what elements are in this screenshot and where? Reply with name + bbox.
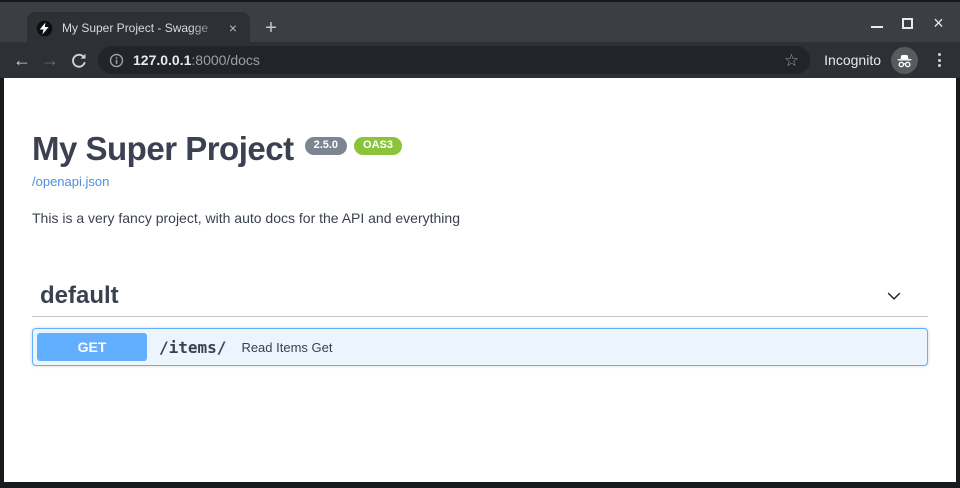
maximize-button[interactable] <box>892 8 923 38</box>
tab-close-icon[interactable]: × <box>224 19 242 37</box>
incognito-icon <box>891 47 918 74</box>
api-description: This is a very fancy project, with auto … <box>32 210 928 226</box>
browser-window: My Super Project - Swagge × + × ← → 127.… <box>0 0 960 488</box>
back-arrow-icon: ← <box>13 50 31 71</box>
page-content: My Super Project 2.5.0 OAS3 /openapi.jso… <box>4 78 956 482</box>
forward-button[interactable]: → <box>36 46 64 74</box>
url-text: 127.0.0.1:8000/docs <box>133 52 260 68</box>
browser-tab[interactable]: My Super Project - Swagge × <box>27 12 250 44</box>
url-path: :8000/docs <box>191 52 260 68</box>
url-host: 127.0.0.1 <box>133 52 191 68</box>
operation-row-get-items[interactable]: GET /items/ Read Items Get <box>32 328 928 366</box>
reload-icon <box>70 52 87 69</box>
browser-toolbar: ← → 127.0.0.1:8000/docs ☆ Incognito <box>0 42 960 78</box>
minimize-icon <box>871 26 883 28</box>
http-method-badge: GET <box>37 333 147 361</box>
page-info-icon[interactable] <box>109 53 124 68</box>
swagger-wrapper: My Super Project 2.5.0 OAS3 /openapi.jso… <box>4 78 956 366</box>
api-title-row: My Super Project 2.5.0 OAS3 <box>32 130 928 168</box>
forward-arrow-icon: → <box>41 50 59 71</box>
window-controls: × <box>861 8 954 38</box>
api-info-section: My Super Project 2.5.0 OAS3 /openapi.jso… <box>32 78 928 226</box>
tag-section-header[interactable]: default <box>32 282 928 317</box>
menu-dot <box>938 53 941 56</box>
api-title: My Super Project <box>32 130 294 168</box>
menu-dot <box>938 64 941 67</box>
openapi-spec-link[interactable]: /openapi.json <box>32 174 109 189</box>
fastapi-favicon-icon <box>36 20 53 37</box>
version-badge: 2.5.0 <box>305 137 347 155</box>
close-window-button[interactable]: × <box>923 8 954 38</box>
menu-dot <box>938 59 941 62</box>
incognito-label: Incognito <box>824 52 881 68</box>
api-badges: 2.5.0 OAS3 <box>305 137 402 155</box>
browser-menu-button[interactable] <box>926 47 952 73</box>
oas3-badge: OAS3 <box>354 137 402 155</box>
maximize-icon <box>902 18 913 29</box>
reload-button[interactable] <box>64 46 92 74</box>
minimize-button[interactable] <box>861 8 892 38</box>
address-bar[interactable]: 127.0.0.1:8000/docs ☆ <box>98 46 810 74</box>
operation-path: /items/ <box>159 338 226 357</box>
tag-section-title: default <box>40 282 119 310</box>
tab-strip: My Super Project - Swagge × + × <box>0 0 960 42</box>
chevron-down-icon[interactable] <box>884 286 904 306</box>
close-icon: × <box>933 14 944 32</box>
plus-icon: + <box>265 18 277 38</box>
tab-title: My Super Project - Swagge <box>62 21 224 35</box>
operation-summary: Read Items Get <box>241 340 332 355</box>
back-button[interactable]: ← <box>8 46 36 74</box>
new-tab-button[interactable]: + <box>258 15 284 41</box>
bookmark-star-icon[interactable]: ☆ <box>784 52 799 69</box>
